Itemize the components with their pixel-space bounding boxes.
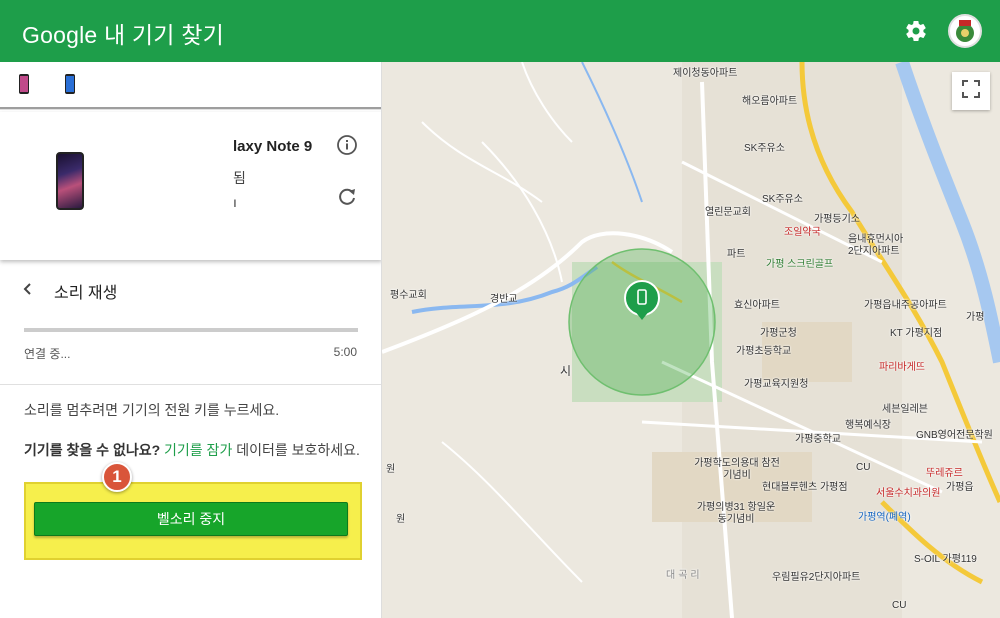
map-label: SK주유소	[762, 194, 803, 205]
stop-instruction: 소리를 멈추려면 기기의 전원 키를 누르세요.	[24, 402, 280, 418]
map-label: 가평	[966, 312, 985, 323]
map-label: 가평읍내주공아파트	[864, 300, 947, 311]
ring-progress-bar	[24, 328, 358, 332]
map-label: 서울수치과의원	[876, 488, 941, 499]
app-title: Google 내 기기 찾기	[22, 16, 224, 50]
map-label: 원	[386, 464, 396, 475]
connection-status: 연결 중...	[24, 347, 71, 361]
map-label: GNB영어전문학원	[916, 430, 993, 441]
device-tab-second[interactable]	[62, 72, 78, 96]
help-question: 기기를 찾을 수 없나요?	[24, 442, 161, 458]
map-label: 가평초등학교	[736, 346, 792, 357]
map-label: 가평 스크린골프	[766, 259, 834, 270]
device-panel: laxy Note 9 됨 ı 소리 재생 연결 중... 5:00 소리를 멈…	[0, 62, 382, 618]
device-name: laxy Note 9	[233, 138, 313, 155]
map-label: 열린문교회	[705, 207, 751, 218]
stop-ring-button[interactable]: 벨소리 중지	[34, 502, 348, 536]
map-label: 가평중학교	[795, 434, 841, 445]
map-label: 음내휴먼시아 2단지아파트	[848, 234, 904, 257]
device-tabs	[0, 62, 381, 110]
map-label: 세븐일레븐	[882, 404, 928, 415]
map-label: 가평읍	[946, 482, 974, 493]
map-label: 가평역(폐역)	[858, 512, 911, 523]
map-label: 해오름아파트	[742, 96, 798, 107]
account-avatar[interactable]	[948, 14, 982, 48]
map-label: 대곡리	[666, 570, 703, 581]
map-label: SK주유소	[744, 143, 785, 154]
map-view[interactable]: 제이청동아파트 해오름아파트 SK주유소 SK주유소 열린문교회 가평등기소 조…	[382, 62, 1000, 618]
map-label: 가평등기소	[814, 214, 860, 225]
map-label: 조일약국	[784, 227, 821, 238]
device-tab-note9[interactable]	[16, 72, 32, 96]
fullscreen-button[interactable]	[952, 72, 990, 110]
map-label: 가평군청	[760, 328, 797, 339]
help-rest: 데이터를 보호하세요.	[232, 442, 360, 458]
map-canvas	[382, 62, 1000, 618]
ring-duration: 5:00	[333, 345, 357, 359]
info-icon[interactable]	[336, 134, 358, 156]
map-label: 파트	[727, 249, 746, 260]
step-badge: 1	[102, 462, 132, 492]
lock-device-link[interactable]: 기기를 잠가	[164, 442, 232, 458]
device-card: laxy Note 9 됨 ı	[0, 112, 381, 260]
map-label: CU	[856, 462, 871, 473]
section-divider	[0, 384, 381, 385]
map-label: 평수교회	[390, 290, 427, 301]
fullscreen-icon	[961, 79, 981, 104]
device-image	[56, 152, 84, 210]
map-label: 현대블루헨츠 가평점	[762, 482, 848, 493]
map-label: 우림필유2단지아파트	[772, 572, 861, 583]
map-label: 원	[396, 514, 406, 525]
app-header: Google 내 기기 찾기	[0, 0, 1000, 62]
map-label: 제이청동아파트	[673, 68, 738, 79]
page-title: 내 기기 찾기	[103, 22, 224, 48]
settings-gear-icon[interactable]	[904, 19, 928, 43]
map-label: 가평교육지원청	[744, 379, 809, 390]
brand-name: Google	[22, 22, 98, 48]
help-text: 기기를 찾을 수 없나요? 기기를 잠가 데이터를 보호하세요.	[24, 440, 364, 461]
map-label: 경반교	[490, 294, 518, 305]
map-label: 시	[560, 364, 572, 378]
map-label: 효신아파트	[734, 300, 780, 311]
map-label: 행복예식장	[845, 420, 891, 431]
map-label: 가평의병31 항일운동기념비	[696, 502, 776, 525]
play-sound-header: 소리 재생	[0, 277, 381, 305]
play-sound-title: 소리 재생	[54, 285, 118, 302]
map-label: CU	[892, 600, 907, 611]
map-label: 뚜레쥬르	[926, 468, 963, 479]
tab-underline	[0, 107, 381, 109]
device-status: 됨	[233, 170, 246, 186]
map-label: 파리바게뜨	[879, 362, 925, 373]
map-label: KT 가평지점	[890, 328, 943, 339]
device-battery: ı	[233, 194, 237, 210]
refresh-icon[interactable]	[336, 186, 358, 208]
map-label: S-OIL 가평119	[914, 554, 977, 565]
back-chevron-icon[interactable]	[20, 279, 36, 299]
